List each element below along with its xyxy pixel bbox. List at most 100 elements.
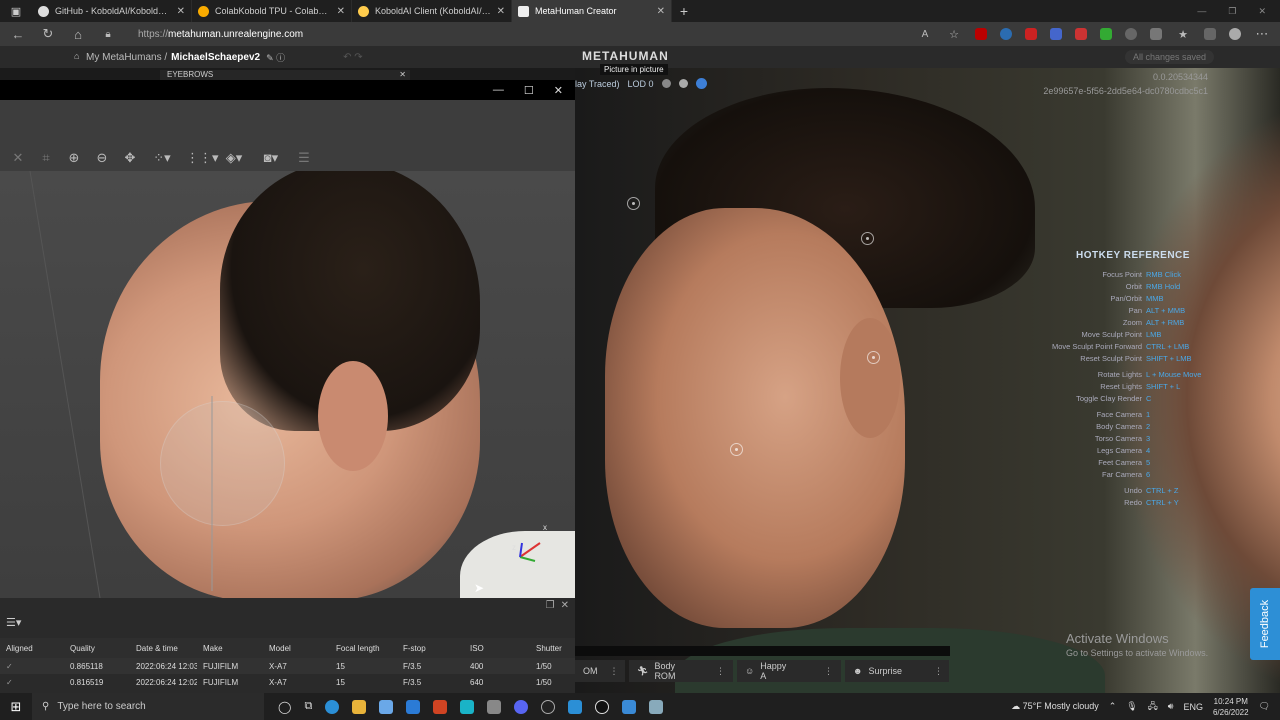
column-header[interactable]: Shutter	[530, 644, 575, 653]
edge-icon[interactable]	[325, 699, 340, 714]
minimize-icon[interactable]: —	[1197, 6, 1206, 16]
weather-widget[interactable]: ☁ 75°F Mostly cloudy	[1011, 701, 1099, 712]
tray-arrow-icon[interactable]: ⌃	[1109, 701, 1117, 712]
home-icon[interactable]: ⌂	[70, 27, 86, 42]
zoom-out-icon[interactable]: ⊖	[94, 150, 110, 166]
close-icon[interactable]: ✕	[497, 6, 505, 17]
favorite-icon[interactable]: ☆	[946, 28, 962, 41]
network-icon[interactable]: 🖧︎	[1148, 699, 1158, 715]
maximize-icon[interactable]: ❐	[1228, 6, 1236, 17]
sculpt-point[interactable]	[730, 443, 743, 456]
more-icon[interactable]: ⋯	[1254, 26, 1270, 42]
grid-icon[interactable]: ⋮⋮▾	[186, 150, 219, 166]
windows-start-icon[interactable]: ⊞	[0, 699, 32, 715]
close-icon[interactable]: ✕	[177, 6, 185, 17]
more-icon[interactable]: ⋮	[934, 666, 943, 677]
store-icon[interactable]	[379, 699, 394, 714]
layers-icon[interactable]: ☰	[296, 150, 312, 166]
volume-icon[interactable]: 🔊︎	[1168, 701, 1174, 712]
back-icon[interactable]: ←	[10, 27, 26, 42]
new-tab-icon[interactable]: +	[672, 0, 696, 22]
pose-happy-a[interactable]: ☺ Happy A ⋮	[737, 660, 841, 682]
app-icon[interactable]	[487, 699, 502, 714]
column-header[interactable]: F-stop	[397, 644, 464, 653]
sculpt-point[interactable]	[627, 197, 640, 210]
sculpt-point[interactable]	[861, 232, 874, 245]
feedback-button[interactable]: Feedback	[1250, 588, 1280, 660]
close-icon[interactable]: ✕	[399, 70, 406, 80]
active-app-icon[interactable]	[649, 699, 664, 714]
ublock-icon[interactable]	[975, 28, 987, 40]
close-icon[interactable]: ✕	[657, 6, 665, 17]
column-header[interactable]: Focal length	[330, 644, 397, 653]
clock[interactable]: 10:24 PM 6/26/2022	[1213, 696, 1249, 718]
tab-koboldai[interactable]: KoboldAI Client (KoboldAI/fairs ✕	[352, 0, 512, 22]
close-icon[interactable]: ✕	[561, 600, 569, 611]
close-icon[interactable]: ✕	[337, 6, 345, 17]
url-field[interactable]: https://metahuman.unrealengine.com	[138, 29, 303, 40]
file-explorer-icon[interactable]	[352, 699, 367, 714]
collections-icon[interactable]	[1204, 28, 1216, 40]
camera-icon[interactable]	[695, 78, 707, 89]
blue-app-icon[interactable]	[568, 699, 583, 714]
close-tool-icon[interactable]: ✕	[10, 150, 26, 166]
pose-surprise[interactable]: ☻ Surprise ⋮	[845, 660, 949, 682]
read-aloud-icon[interactable]: A	[917, 29, 933, 40]
close-icon[interactable]: ✕	[1258, 6, 1266, 17]
undo-redo-icons[interactable]: ↶ ↷	[343, 52, 363, 63]
sphere-icon[interactable]	[678, 79, 688, 88]
pose-rom[interactable]: OM ⋮	[575, 660, 625, 682]
extension-badge-icon[interactable]	[1075, 28, 1087, 40]
language-indicator[interactable]: ENG	[1183, 702, 1203, 712]
crop-icon[interactable]: ⌗	[38, 150, 54, 166]
discord-icon[interactable]	[514, 699, 529, 714]
column-header[interactable]: Model	[263, 644, 330, 653]
extension-blue-icon[interactable]	[1050, 28, 1062, 40]
restore-icon[interactable]: ❐	[546, 600, 555, 611]
tab-metahuman[interactable]: MetaHuman Creator ✕	[512, 0, 672, 22]
check-circle-icon[interactable]	[1125, 28, 1137, 40]
cortana-icon[interactable]: ◯	[278, 700, 291, 714]
sculpt-point[interactable]	[867, 351, 880, 364]
column-header[interactable]: Date & time	[130, 644, 197, 653]
more-icon[interactable]: ⋮	[716, 666, 725, 677]
lod-label[interactable]: LOD 0	[628, 79, 654, 89]
more-icon[interactable]: ⋮	[610, 666, 619, 677]
profile-avatar-icon[interactable]	[1229, 28, 1241, 40]
pose-body-rom[interactable]: 🏃︎ Body ROM ⋮	[629, 660, 733, 682]
tab-actions-icon[interactable]: ▣	[0, 0, 32, 22]
lock-icon[interactable]: 🔒︎	[100, 29, 116, 40]
steam-icon[interactable]	[1000, 28, 1012, 40]
sketch-app-icon[interactable]	[460, 699, 475, 714]
tab-github[interactable]: GitHub - KoboldAI/KoboldAI-Cli ✕	[32, 0, 192, 22]
column-header[interactable]: ISO	[464, 644, 530, 653]
move-icon[interactable]: ✥	[122, 150, 138, 166]
column-header[interactable]: Aligned	[0, 644, 64, 653]
taskbar-search[interactable]: ⚲ Type here to search	[32, 693, 264, 720]
refresh-icon[interactable]: ↻	[40, 26, 56, 42]
extension-red-icon[interactable]	[1025, 28, 1037, 40]
table-row[interactable]: ✓ 0.865118 2022:06:24 12:03... FUJIFILM X-A7…	[0, 658, 575, 674]
microphone-icon[interactable]: 🎙︎	[1126, 701, 1137, 712]
scan-3d-canvas[interactable]: x z ➤	[0, 171, 575, 598]
puzzle-icon[interactable]	[1150, 28, 1162, 40]
tab-colab[interactable]: ColabKobold TPU - Colaboratory ✕	[192, 0, 352, 22]
close-icon[interactable]: ✕	[554, 84, 563, 97]
minimize-icon[interactable]: —	[493, 84, 504, 96]
picture-in-picture-label[interactable]: Picture in picture	[600, 64, 668, 75]
favorites-icon[interactable]: ★	[1175, 28, 1191, 41]
select-icon[interactable]: ⁘▾	[150, 150, 174, 166]
maximize-icon[interactable]: ☐	[524, 84, 534, 97]
obs-icon[interactable]	[541, 699, 556, 714]
notifications-icon[interactable]: 🗨︎	[1259, 701, 1270, 712]
column-header[interactable]: Quality	[64, 644, 130, 653]
camera-icon[interactable]: ◙▾	[258, 150, 284, 166]
shield-icon[interactable]	[1100, 28, 1112, 40]
zoom-in-icon[interactable]: ⊕	[66, 150, 82, 166]
unreal-icon[interactable]	[595, 699, 610, 714]
render-mode-label[interactable]: lay Traced)	[575, 79, 620, 89]
column-header[interactable]: Make	[197, 644, 263, 653]
office-icon[interactable]	[433, 699, 448, 714]
mail-icon[interactable]	[406, 699, 421, 714]
more-icon[interactable]: ⋮	[824, 666, 833, 677]
